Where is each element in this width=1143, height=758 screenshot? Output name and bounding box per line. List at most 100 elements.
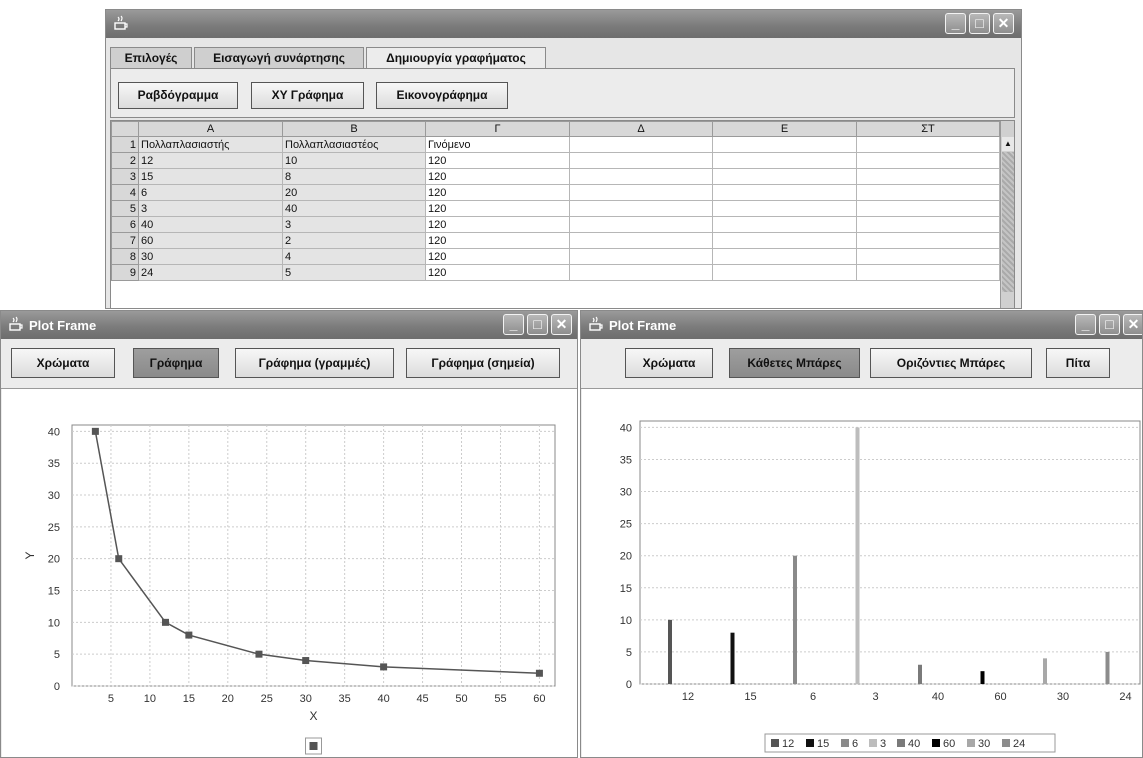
table-cell[interactable] bbox=[856, 264, 1000, 281]
legend-label: 12 bbox=[782, 738, 794, 750]
bar-chart-button[interactable]: Ραβδόγραμμα bbox=[118, 82, 238, 109]
table-cell[interactable]: 60 bbox=[138, 232, 283, 249]
table-cell[interactable] bbox=[569, 152, 713, 169]
table-cell[interactable] bbox=[856, 136, 1000, 153]
table-cell[interactable]: 120 bbox=[425, 232, 570, 249]
scrollbar-thumb[interactable] bbox=[1002, 152, 1014, 292]
tab-function-input[interactable]: Εισαγωγή συνάρτησης bbox=[194, 47, 364, 69]
bar-chart-panel: 0 5 10 15 20 25 30 35 40 12 15 6 3 40 60 30 24 12 15 6 3 40 60… bbox=[582, 389, 1142, 757]
maximize-button[interactable]: □ bbox=[1099, 314, 1120, 335]
table-cell[interactable] bbox=[712, 216, 857, 233]
table-cell[interactable]: 40 bbox=[138, 216, 283, 233]
table-cell[interactable] bbox=[712, 264, 857, 281]
chart-points-button[interactable]: Γράφημα (σημεία) bbox=[406, 348, 560, 378]
table-cell[interactable] bbox=[569, 232, 713, 249]
plot-left-titlebar[interactable]: Plot Frame _ □ ✕ bbox=[1, 311, 577, 339]
table-cell[interactable]: Πολλαπλασιαστής bbox=[138, 136, 283, 153]
table-cell[interactable]: 3 bbox=[282, 216, 426, 233]
pie-button[interactable]: Πίτα bbox=[1046, 348, 1110, 378]
table-cell[interactable] bbox=[712, 232, 857, 249]
colors-button[interactable]: Χρώματα bbox=[11, 348, 115, 378]
column-header[interactable]: Γ bbox=[425, 121, 570, 137]
table-cell[interactable]: 40 bbox=[282, 200, 426, 217]
table-cell[interactable]: 2 bbox=[282, 232, 426, 249]
tab-create-chart[interactable]: Δημιουργία γραφήματος bbox=[366, 47, 546, 70]
scroll-up-arrow-icon[interactable]: ▲ bbox=[1002, 137, 1014, 151]
table-cell[interactable] bbox=[712, 152, 857, 169]
data-point bbox=[535, 669, 543, 677]
table-cell[interactable]: 120 bbox=[425, 152, 570, 169]
table-cell[interactable] bbox=[712, 136, 857, 153]
table-cell[interactable] bbox=[712, 248, 857, 265]
chart-button[interactable]: Γράφημα bbox=[133, 348, 219, 378]
row-number: 4 bbox=[111, 184, 139, 201]
table-cell[interactable]: 5 bbox=[282, 264, 426, 281]
table-cell[interactable]: 30 bbox=[138, 248, 283, 265]
table-cell[interactable] bbox=[856, 248, 1000, 265]
column-header[interactable]: ΣΤ bbox=[856, 121, 1000, 137]
table-cell[interactable]: Πολλαπλασιαστέος bbox=[282, 136, 426, 153]
table-cell[interactable] bbox=[856, 184, 1000, 201]
table-cell[interactable] bbox=[569, 248, 713, 265]
column-header[interactable]: E bbox=[712, 121, 857, 137]
column-header[interactable]: Δ bbox=[569, 121, 713, 137]
table-cell[interactable] bbox=[712, 200, 857, 217]
table-cell[interactable]: 20 bbox=[282, 184, 426, 201]
table-cell[interactable]: 4 bbox=[282, 248, 426, 265]
data-point bbox=[91, 427, 99, 435]
table-cell[interactable]: 6 bbox=[138, 184, 283, 201]
close-button[interactable]: ✕ bbox=[551, 314, 572, 335]
table-cell[interactable] bbox=[569, 216, 713, 233]
close-button[interactable]: ✕ bbox=[1123, 314, 1142, 335]
table-cell[interactable] bbox=[569, 264, 713, 281]
table-cell[interactable]: 120 bbox=[425, 200, 570, 217]
tab-options[interactable]: Επιλογές bbox=[110, 47, 192, 69]
table-cell[interactable]: 120 bbox=[425, 216, 570, 233]
window-title: Plot Frame bbox=[609, 318, 677, 333]
pictograph-button[interactable]: Εικονογράφημα bbox=[376, 82, 508, 109]
table-cell[interactable] bbox=[856, 232, 1000, 249]
chart-lines-button[interactable]: Γράφημα (γραμμές) bbox=[235, 348, 394, 378]
table-cell[interactable]: 120 bbox=[425, 168, 570, 185]
horizontal-bars-button[interactable]: Οριζόντιες Μπάρες bbox=[870, 348, 1032, 378]
table-cell[interactable] bbox=[856, 216, 1000, 233]
table-cell[interactable]: 120 bbox=[425, 248, 570, 265]
table-cell[interactable]: 120 bbox=[425, 264, 570, 281]
maximize-button[interactable]: □ bbox=[527, 314, 548, 335]
vertical-bars-button[interactable]: Κάθετες Μπάρες bbox=[729, 348, 860, 378]
table-cell[interactable] bbox=[856, 200, 1000, 217]
close-button[interactable]: ✕ bbox=[993, 13, 1014, 34]
table-cell[interactable]: 120 bbox=[425, 184, 570, 201]
plot-right-titlebar[interactable]: Plot Frame _ □ ✕ bbox=[581, 311, 1142, 339]
table-cell[interactable]: 10 bbox=[282, 152, 426, 169]
table-cell[interactable] bbox=[569, 168, 713, 185]
y-tick-label: 40 bbox=[48, 426, 60, 438]
table-cell[interactable]: 3 bbox=[138, 200, 283, 217]
maximize-button[interactable]: □ bbox=[969, 13, 990, 34]
vertical-scrollbar[interactable]: ▲ bbox=[1000, 121, 1014, 308]
column-header[interactable]: B bbox=[282, 121, 426, 137]
colors-button[interactable]: Χρώματα bbox=[625, 348, 713, 378]
table-cell[interactable]: 12 bbox=[138, 152, 283, 169]
table-cell[interactable] bbox=[856, 152, 1000, 169]
table-cell[interactable]: 8 bbox=[282, 168, 426, 185]
table-cell[interactable] bbox=[712, 168, 857, 185]
table-cell[interactable] bbox=[712, 184, 857, 201]
table-cell[interactable] bbox=[569, 200, 713, 217]
legend-label: 30 bbox=[978, 738, 990, 750]
table-cell[interactable]: 15 bbox=[138, 168, 283, 185]
table-cell[interactable] bbox=[856, 168, 1000, 185]
minimize-button[interactable]: _ bbox=[503, 314, 524, 335]
table-cell[interactable]: Γινόμενο bbox=[425, 136, 570, 153]
x-tick-label: 45 bbox=[416, 693, 428, 705]
column-header[interactable]: A bbox=[138, 121, 283, 137]
y-tick-label: 15 bbox=[620, 583, 632, 595]
minimize-button[interactable]: _ bbox=[1075, 314, 1096, 335]
table-cell[interactable] bbox=[569, 136, 713, 153]
table-row: 1 Πολλαπλασιαστής Πολλαπλασιαστέος Γινόμενο bbox=[111, 136, 1000, 153]
minimize-button[interactable]: _ bbox=[945, 13, 966, 34]
table-cell[interactable] bbox=[569, 184, 713, 201]
table-cell[interactable]: 24 bbox=[138, 264, 283, 281]
main-titlebar[interactable]: _ □ ✕ bbox=[106, 10, 1021, 38]
xy-chart-button[interactable]: XY Γράφημα bbox=[251, 82, 364, 109]
